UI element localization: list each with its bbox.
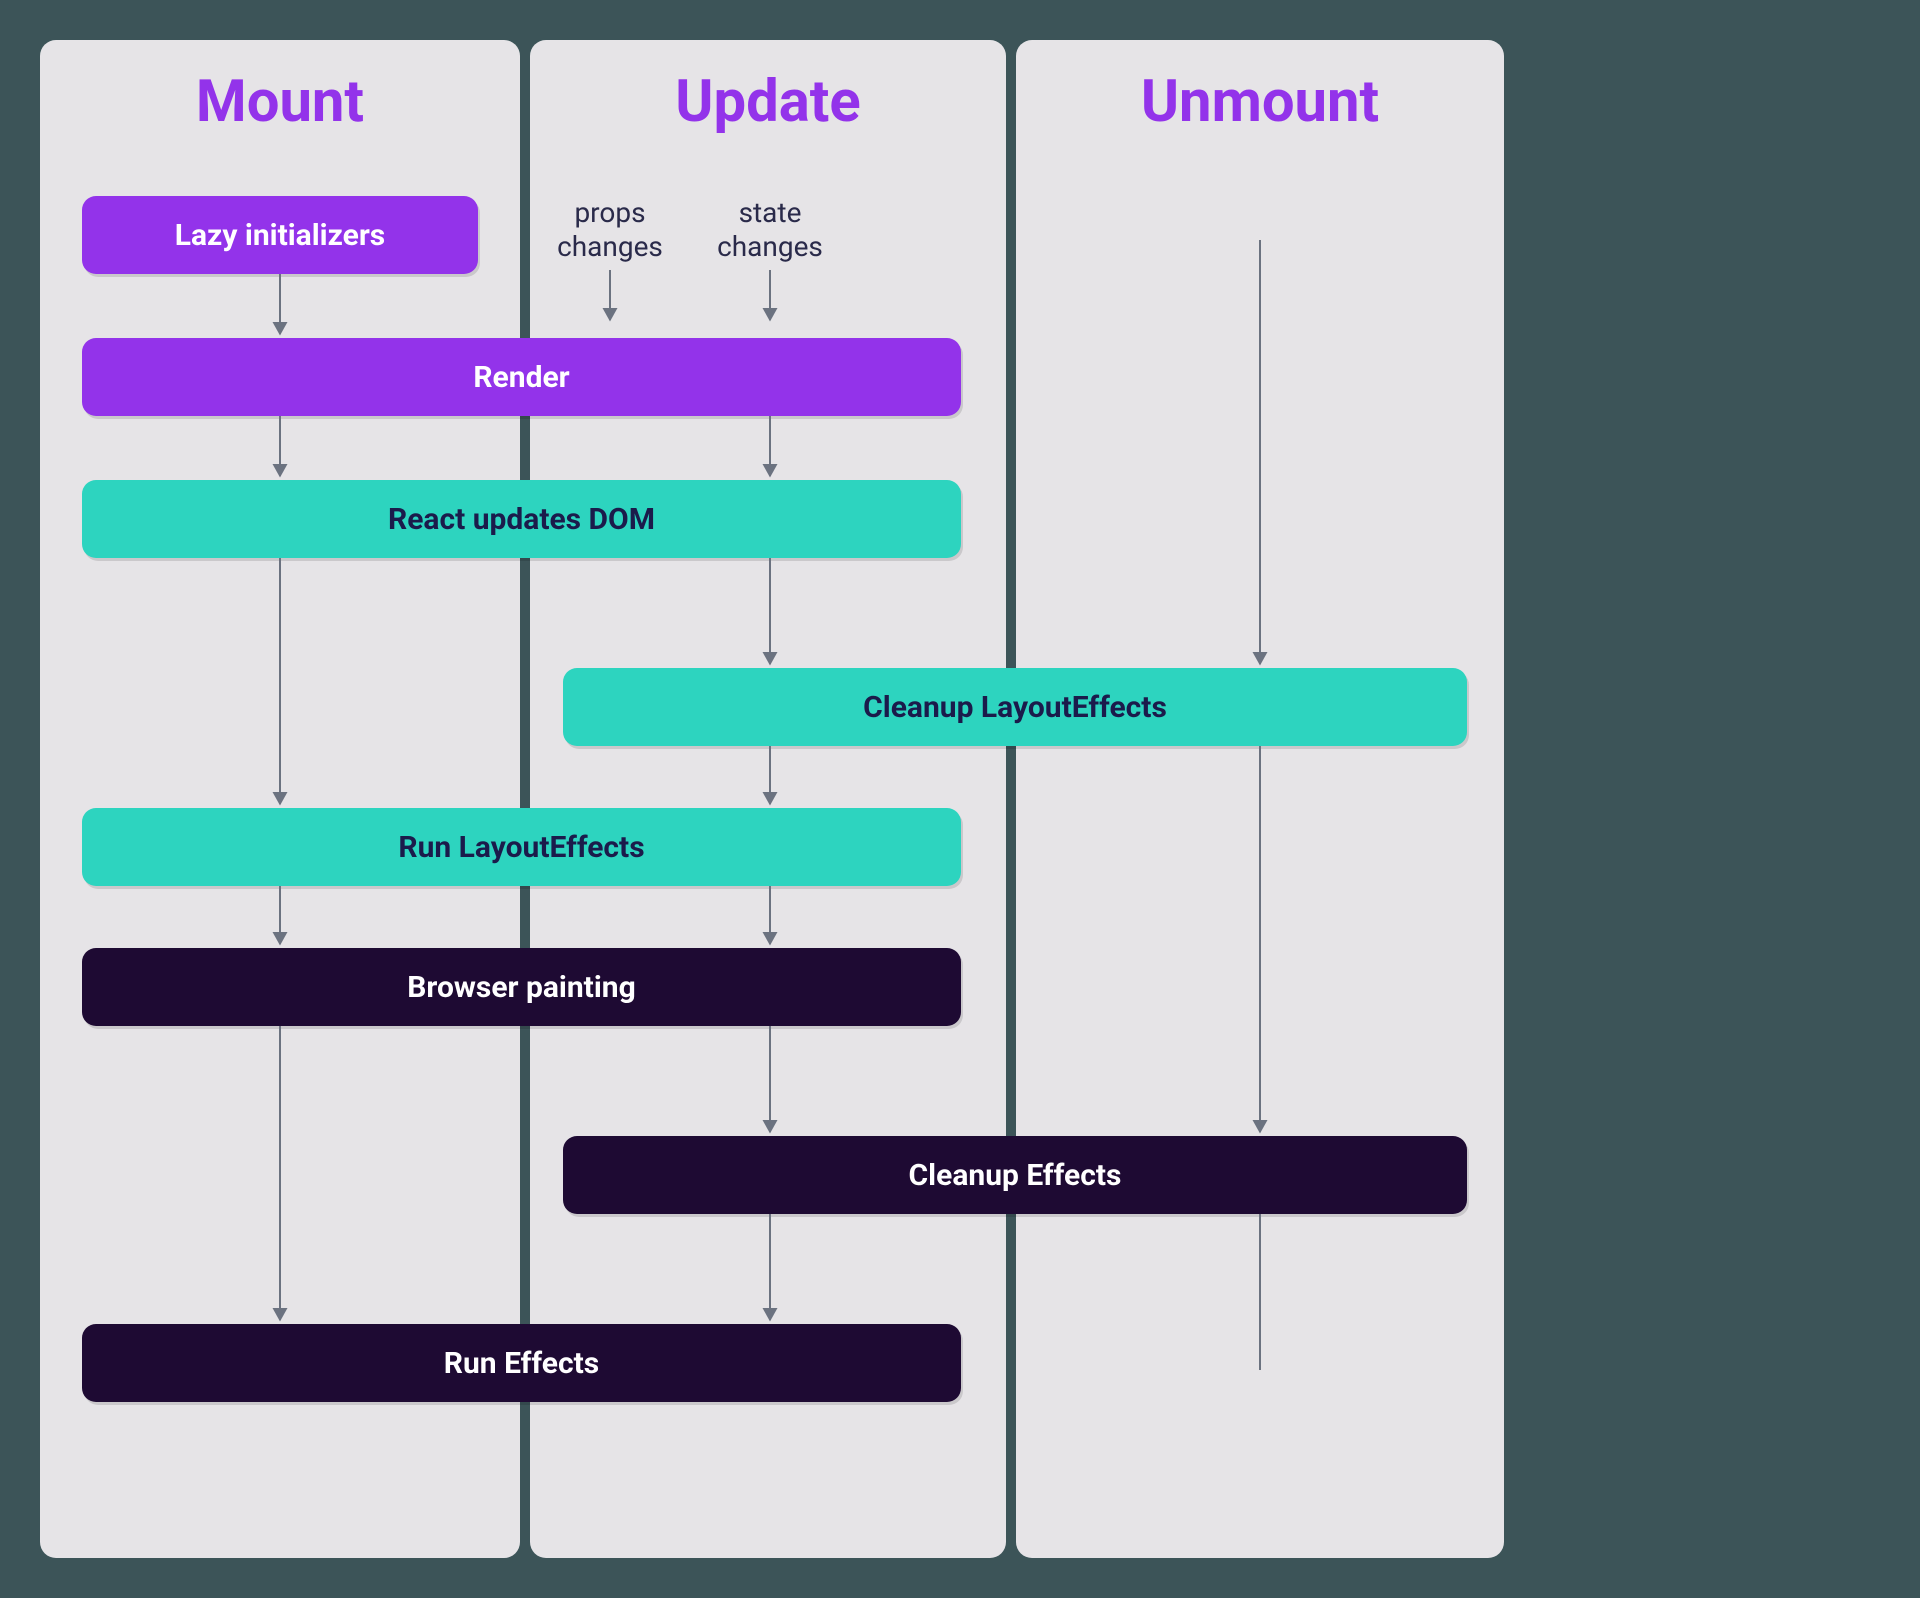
column-title-update: Update xyxy=(530,68,1006,136)
step-cleanup-layout-effects: Cleanup LayoutEffects xyxy=(563,668,1467,746)
lifecycle-diagram: Mount Update Unmount props changes state… xyxy=(0,0,1920,1598)
step-render: Render xyxy=(82,338,961,416)
column-title-unmount: Unmount xyxy=(1016,68,1504,136)
label-props-changes: props changes xyxy=(540,196,680,263)
column-unmount: Unmount xyxy=(1016,40,1504,1558)
step-run-layout-effects: Run LayoutEffects xyxy=(82,808,961,886)
step-browser-painting: Browser painting xyxy=(82,948,961,1026)
step-lazy-initializers: Lazy initializers xyxy=(82,196,478,274)
step-react-updates-dom: React updates DOM xyxy=(82,480,961,558)
step-cleanup-effects: Cleanup Effects xyxy=(563,1136,1467,1214)
column-title-mount: Mount xyxy=(40,68,520,136)
label-state-changes: state changes xyxy=(700,196,840,263)
step-run-effects: Run Effects xyxy=(82,1324,961,1402)
